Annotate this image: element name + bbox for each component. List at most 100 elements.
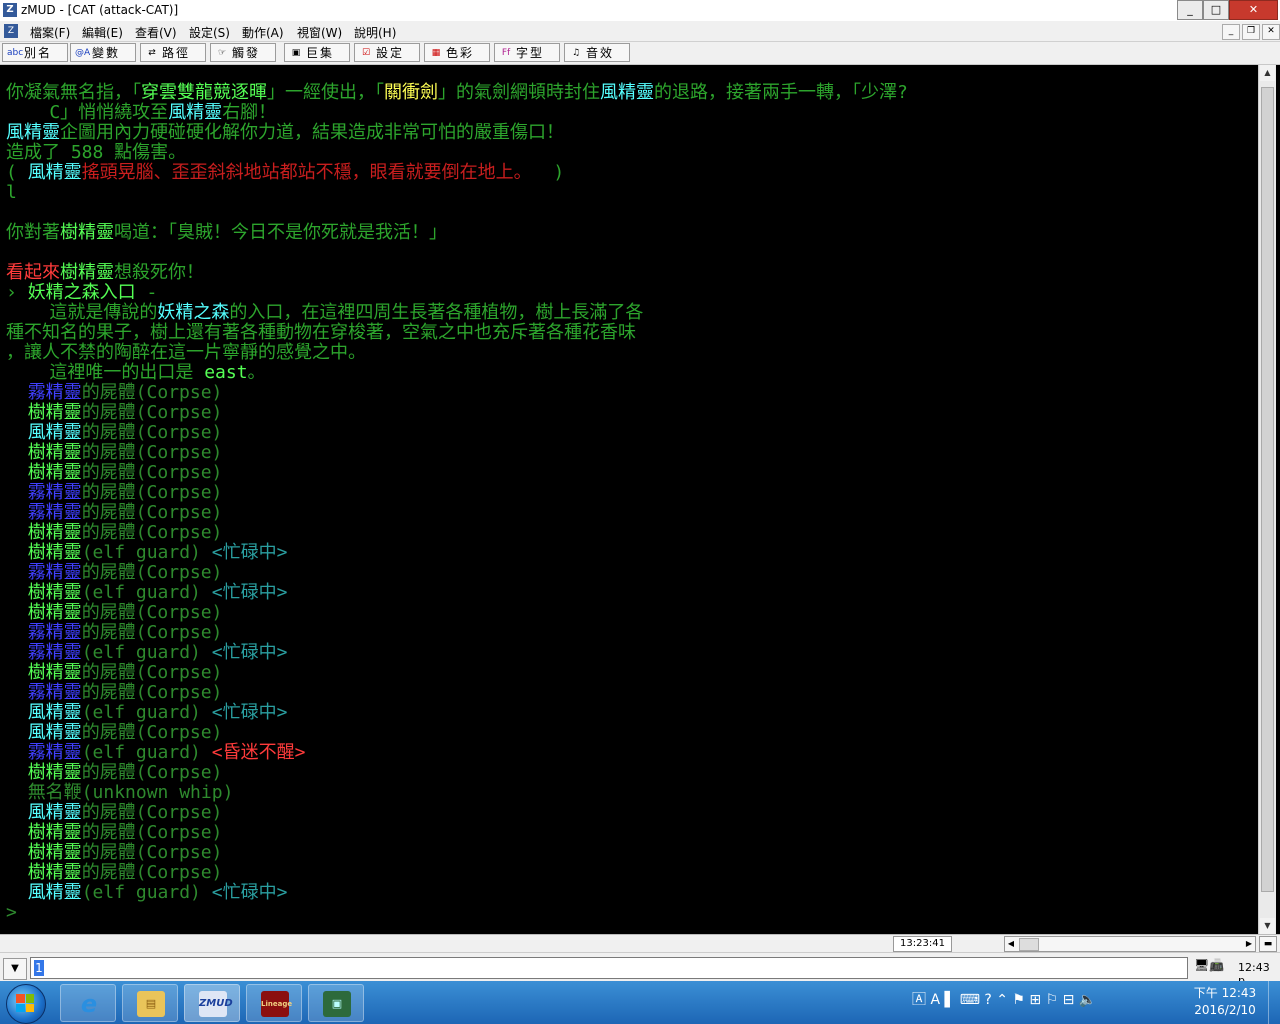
taskbar: e ▤ ZMUD Lineage ▣ 🄰 A ▌ ⌨ ? ⌃ ⚑ ⊞ ⚐ ⊟ 🔈… (0, 981, 1280, 1024)
triggers-label: 觸發 (232, 46, 261, 60)
room-description: 種不知名的果子，樹上還有著各種動物在穿梭著，空氣之中也充斥著各種花香味 (6, 322, 636, 343)
mdi-minimize-button[interactable]: _ (1222, 24, 1240, 40)
horizontal-scrollbar[interactable]: ◀ ▶ (1004, 936, 1256, 952)
list-item: 樹精靈的屍體(Corpse) (27, 662, 223, 683)
ie-icon: e (80, 990, 98, 1018)
output-line: 你對著樹精靈喝道：「臭賊！今日不是你死就是我活！」 (6, 222, 447, 243)
checkbox-icon: ☑ (361, 47, 371, 58)
zmud-app-icon[interactable]: Z (3, 3, 17, 17)
triggers-button[interactable]: ☞ 觸發 (210, 43, 276, 62)
settings-button[interactable]: ☑ 設定 (354, 43, 420, 62)
minimize-button[interactable]: _ (1177, 0, 1203, 20)
scroll-left-icon[interactable]: ◀ (1005, 937, 1017, 951)
list-item: 樹精靈的屍體(Corpse) (27, 602, 223, 623)
input-cursor: 1 (34, 960, 44, 976)
list-item: 霧精靈的屍體(Corpse) (27, 482, 223, 503)
scroll-thumb[interactable] (1261, 87, 1274, 892)
list-item: 霧精靈的屍體(Corpse) (27, 562, 223, 583)
folder-icon: ▤ (137, 991, 165, 1017)
list-item: 霧精靈的屍體(Corpse) (27, 502, 223, 523)
close-button[interactable]: ✕ (1229, 0, 1278, 20)
list-item: 風精靈的屍體(Corpse) (27, 802, 223, 823)
menu-view[interactable]: 查看(V) (135, 24, 177, 41)
list-item: 樹精靈的屍體(Corpse) (27, 862, 223, 883)
hscroll-thumb[interactable] (1019, 938, 1039, 951)
lineage-icon: Lineage (261, 991, 292, 1017)
menu-edit[interactable]: 編輯(E) (82, 24, 123, 41)
path-icon: ⇄ (148, 47, 156, 58)
taskbar-lineage[interactable]: Lineage (246, 984, 302, 1022)
scroll-right-icon[interactable]: ▶ (1243, 937, 1255, 951)
output-line: 看起來樹精靈想殺死你！ (6, 262, 204, 283)
menu-help[interactable]: 說明(H) (354, 24, 396, 41)
list-item: 樹精靈(elf guard) <忙碌中> (27, 542, 288, 563)
remote-desktop-icon: ▣ (323, 991, 351, 1017)
mdi-restore-button[interactable]: ❐ (1242, 24, 1260, 40)
list-item: 樹精靈的屍體(Corpse) (27, 402, 223, 423)
paths-label: 路徑 (162, 46, 191, 60)
list-item: 霧精靈的屍體(Corpse) (27, 682, 223, 703)
list-item: 樹精靈的屍體(Corpse) (27, 822, 223, 843)
list-item: 樹精靈的屍體(Corpse) (27, 842, 223, 863)
maximize-button[interactable]: □ (1203, 0, 1229, 20)
output-line: l (6, 182, 17, 203)
macro-icon: ▣ (291, 47, 301, 58)
taskbar-ie[interactable]: e (60, 984, 116, 1022)
aliases-label: 別名 (24, 46, 53, 60)
output-line: 風精靈企圖用內力硬碰硬化解你力道，結果造成非常可怕的嚴重傷口！ (6, 122, 564, 143)
split-toggle-icon[interactable]: ▬ (1259, 936, 1277, 952)
show-desktop-button[interactable] (1268, 981, 1280, 1024)
taskbar-explorer[interactable]: ▤ (122, 984, 178, 1022)
abc-icon: abc (7, 47, 24, 58)
menu-bar: Z 檔案(F) 編輯(E) 查看(V) 設定(S) 動作(A) 視窗(W) 說明… (0, 21, 1280, 42)
scroll-down-icon[interactable]: ▼ (1260, 918, 1275, 934)
speaker-icon: ♫ (571, 47, 581, 58)
system-tray[interactable]: 🄰 A ▌ ⌨ ? ⌃ ⚑ ⊞ ⚐ ⊟ 🔈 (912, 989, 1096, 1009)
list-item: 樹精靈的屍體(Corpse) (27, 762, 223, 783)
trigger-icon: ☞ (217, 47, 227, 58)
output-line: 你凝氣無名指，「穿雲雙龍競逐暉」一經使出，「關衝劍」的氣劍網頓時封住風精靈的退路… (6, 82, 908, 103)
command-input[interactable] (30, 957, 1188, 979)
list-item: 霧精靈的屍體(Corpse) (27, 622, 223, 643)
session-time: 13:23:41 (893, 936, 952, 952)
aliases-button[interactable]: abc別名 (2, 43, 68, 62)
taskbar-remote[interactable]: ▣ (308, 984, 364, 1022)
menu-settings[interactable]: 設定(S) (189, 24, 230, 41)
list-item: 風精靈(elf guard) <忙碌中> (27, 702, 288, 723)
window-title: zMUD - [CAT (attack-CAT)] (21, 3, 179, 17)
settings-label: 設定 (376, 46, 405, 60)
tray-clock[interactable]: 下午 12:43 2016/2/10 (1190, 985, 1260, 1019)
menu-action[interactable]: 動作(A) (242, 24, 284, 41)
mdi-close-button[interactable]: ✕ (1262, 24, 1280, 40)
list-item: 樹精靈的屍體(Corpse) (27, 462, 223, 483)
room-title: › 妖精之森入口 - (6, 282, 158, 303)
list-item: 風精靈的屍體(Corpse) (27, 722, 223, 743)
list-item: 樹精靈的屍體(Corpse) (27, 442, 223, 463)
scroll-up-icon[interactable]: ▲ (1260, 65, 1275, 81)
menu-file[interactable]: 檔案(F) (30, 24, 70, 41)
variables-label: 變數 (92, 46, 121, 60)
menu-window[interactable]: 視窗(W) (297, 24, 342, 41)
status-bar: 13:23:41 ◀ ▶ ▬ (0, 934, 1280, 953)
command-history-dropdown[interactable]: ▼ (3, 958, 27, 980)
variables-button[interactable]: @A 變數 (70, 43, 136, 62)
list-item: 樹精靈(elf guard) <忙碌中> (27, 582, 288, 603)
colors-button[interactable]: ▦ 色彩 (424, 43, 490, 62)
terminal-output[interactable]: 你凝氣無名指，「穿雲雙龍競逐暉」一經使出，「關衝劍」的氣劍網頓時封住風精靈的退路… (0, 65, 1258, 934)
vertical-scrollbar[interactable]: ▲ ▼ (1258, 65, 1276, 934)
variable-icon: @A (75, 47, 91, 58)
fonts-button[interactable]: Ff 字型 (494, 43, 560, 62)
command-bar: ▼ 1 🖥📠 12:43 p (0, 952, 1280, 987)
room-description: ，讓人不禁的陶醉在這一片寧靜的感覺之中。 (6, 342, 366, 363)
taskbar-zmud[interactable]: ZMUD (184, 984, 240, 1022)
sounds-button[interactable]: ♫ 音效 (564, 43, 630, 62)
status-icons[interactable]: 🖥📠 (1194, 958, 1224, 972)
macros-label: 巨集 (306, 46, 335, 60)
document-icon[interactable]: Z (4, 24, 18, 38)
macros-button[interactable]: ▣ 巨集 (284, 43, 350, 62)
paths-button[interactable]: ⇄ 路徑 (140, 43, 206, 62)
start-button[interactable] (6, 984, 46, 1024)
tray-time: 下午 12:43 (1193, 986, 1257, 1000)
output-line: 造成了 588 點傷害。 (6, 142, 187, 163)
room-exits: 這裡唯一的出口是 east。 (6, 362, 266, 383)
